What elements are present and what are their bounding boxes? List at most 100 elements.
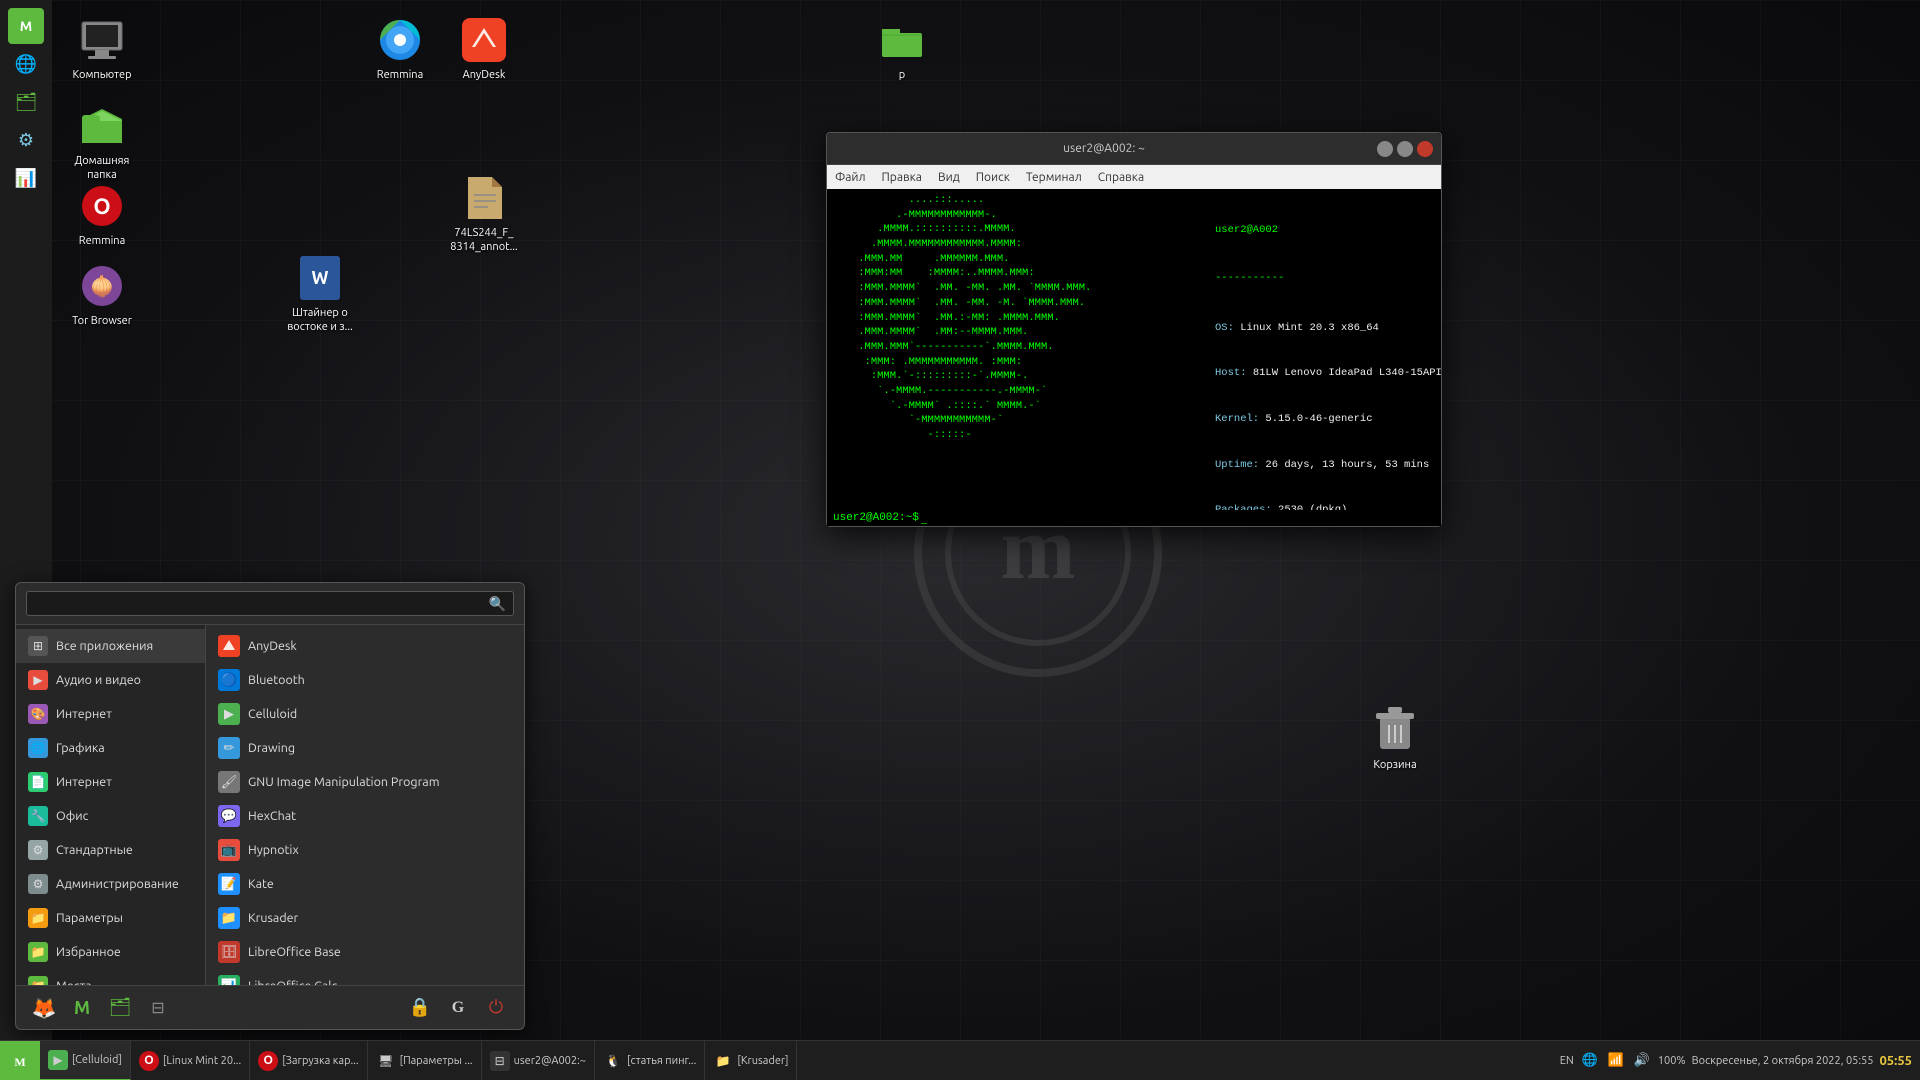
menu-cat-multimedia[interactable]: ▶ Аудио и видео [16,663,205,697]
celluloid-taskbar-icon: ▶ [48,1050,68,1070]
opera1-taskbar-label: [Linux Mint 20... [163,1055,241,1067]
taskbar-item-celluloid[interactable]: ▶ [Celluloid] [40,1041,131,1080]
terminal-menu-search[interactable]: Поиск [976,171,1010,184]
terminal-maximize-button[interactable] [1397,141,1413,157]
menu-app-lobase[interactable]: 🗄 LibreOffice Base [206,935,524,969]
settings-icon: ⚙ [28,874,48,894]
drawing-app-icon: ✏ [218,737,240,759]
desktop-icon-opera[interactable]: O Remmina [62,176,142,254]
taskbar-date[interactable]: Воскресенье, 2 октября 2022, 05:55 [1692,1055,1874,1067]
menu-app-bluetooth[interactable]: 🔵 Bluetooth [206,663,524,697]
bluetooth-app-icon: 🔵 [218,669,240,691]
standard-icon: 🔧 [28,806,48,826]
taskbar-item-settings[interactable]: 🖥 [Параметры ... [368,1041,482,1080]
menu-search-input[interactable] [26,591,514,616]
multimedia-icon: ▶ [28,670,48,690]
menu-cat-internet[interactable]: 🌐 Графика [16,731,205,765]
taskbar-network-icon[interactable]: 🌐 [1580,1051,1600,1071]
menu-firefox-button[interactable]: 🦊 [28,992,60,1024]
menu-mint-button[interactable]: M [66,992,98,1024]
menu-cat-recent[interactable]: 📁 Места [16,969,205,985]
drawing-app-label: Drawing [248,741,295,755]
menu-cat-admin[interactable]: ⚙ Стандартные [16,833,205,867]
menu-lock-button[interactable]: 🔒 [404,992,436,1024]
taskbar-sound-icon[interactable]: 🔊 [1632,1051,1652,1071]
menu-categories: ⊞ Все приложения ▶ Аудио и видео 🎨 Интер… [16,625,206,985]
terminal-window: user2@A002: ~ Файл Правка Вид Поиск Терм… [826,132,1442,527]
menu-cat-standard[interactable]: 🔧 Офис [16,799,205,833]
office-label: Интернет [56,775,112,789]
menu-terminal-button[interactable]: ⊟ [142,992,174,1024]
opera1-taskbar-icon: O [139,1051,159,1071]
menu-app-anydesk[interactable]: AnyDesk [206,629,524,663]
menu-cat-favorites[interactable]: 📁 Параметры [16,901,205,935]
taskbar-item-article[interactable]: 🐧 [статья пинг... [595,1041,705,1080]
taskbar-lang[interactable]: EN [1560,1055,1574,1067]
article-taskbar-icon: 🐧 [603,1051,623,1071]
places-label: Избранное [56,945,121,959]
menu-cat-graphics[interactable]: 🎨 Интернет [16,697,205,731]
panel-internet[interactable]: 🌐 [8,46,44,82]
taskbar-battery[interactable]: 100% [1658,1055,1686,1067]
menu-google-button[interactable]: G [442,992,474,1024]
panel-monitor[interactable]: 📊 [8,160,44,196]
terminal-minimize-button[interactable] [1377,141,1393,157]
krusader-taskbar-label: [Krusader] [737,1055,788,1067]
menu-app-kate[interactable]: 📝 Kate [206,867,524,901]
desktop-icon-file74[interactable]: 74LS244_F_8314_annot... [444,168,524,261]
hexchat-app-icon: 💬 [218,805,240,827]
terminal-close-button[interactable] [1417,141,1433,157]
terminal-menu-view[interactable]: Вид [938,171,960,184]
taskbar-item-opera2[interactable]: O [Загрузка кар... [250,1041,367,1080]
menu-app-drawing[interactable]: ✏ Drawing [206,731,524,765]
taskbar-item-opera1[interactable]: O [Linux Mint 20... [131,1041,250,1080]
terminal-ascii-art: ....:::..... .-MMMMMMMMMMMM-. .MMMM.::::… [833,193,1207,506]
taskbar-item-terminal[interactable]: ⊟ user2@A002:~ [482,1041,595,1080]
admin-label: Стандартные [56,843,133,857]
settings-label: Администрирование [56,877,179,891]
terminal-prompt-line[interactable]: user2@A002:~$█ [827,510,1441,526]
multimedia-label: Аудио и видео [56,673,141,687]
menu-app-gimp[interactable]: 🖌 GNU Image Manipulation Program [206,765,524,799]
panel-mint[interactable]: M [8,8,44,44]
menu-cat-places[interactable]: 📁 Избранное [16,935,205,969]
terminal-menu-edit[interactable]: Правка [882,171,922,184]
taskbar-item-krusader[interactable]: 📁 [Krusader] [705,1041,797,1080]
menu-files-button[interactable]: 🗂 [104,992,136,1024]
taskbar-wifi-icon[interactable]: 📶 [1606,1051,1626,1071]
taskbar-start-button[interactable]: M [0,1041,40,1080]
desktop-icon-folder-p[interactable]: р [862,10,942,88]
anydesk-app-icon [218,635,240,657]
desktop-icon-home[interactable]: Домашняяпапка [62,96,142,189]
favorites-label: Параметры [56,911,123,925]
menu-cat-all[interactable]: ⊞ Все приложения [16,629,205,663]
desktop-icon-anydesk[interactable]: AnyDesk [444,10,524,88]
hypnotix-app-label: Hypnotix [248,843,299,857]
office-icon: 📄 [28,772,48,792]
desktop-icon-remmina[interactable]: Remmina [360,10,440,88]
desktop-icon-steiner[interactable]: W Штайнер овостоке и з... [280,248,360,341]
desktop-icon-tor[interactable]: 🧅 Tor Browser [62,256,142,334]
bluetooth-app-label: Bluetooth [248,673,305,687]
menu-power-button[interactable]: ⏻ [480,992,512,1024]
all-apps-label: Все приложения [56,639,153,653]
opera2-taskbar-icon: O [258,1051,278,1071]
terminal-menu-terminal[interactable]: Терминал [1026,171,1082,184]
gimp-app-label: GNU Image Manipulation Program [248,775,440,789]
terminal-menu-file[interactable]: Файл [835,171,866,184]
menu-app-localc[interactable]: 📊 LibreOffice Calc [206,969,524,985]
menu-app-krusader[interactable]: 📁 Krusader [206,901,524,935]
menu-app-celluloid[interactable]: ▶ Celluloid [206,697,524,731]
kate-app-label: Kate [248,877,274,891]
menu-app-hexchat[interactable]: 💬 HexChat [206,799,524,833]
gimp-app-icon: 🖌 [218,771,240,793]
internet-label: Графика [56,741,105,755]
panel-settings[interactable]: ⚙ [8,122,44,158]
menu-cat-settings[interactable]: ⚙ Администрирование [16,867,205,901]
menu-app-hypnotix[interactable]: 📺 Hypnotix [206,833,524,867]
desktop-icon-trash[interactable]: Корзина [1355,700,1435,778]
menu-cat-office[interactable]: 📄 Интернет [16,765,205,799]
panel-files[interactable]: 🗂 [8,84,44,120]
desktop-icon-computer[interactable]: Компьютер [62,10,142,88]
terminal-menu-help[interactable]: Справка [1098,171,1144,184]
